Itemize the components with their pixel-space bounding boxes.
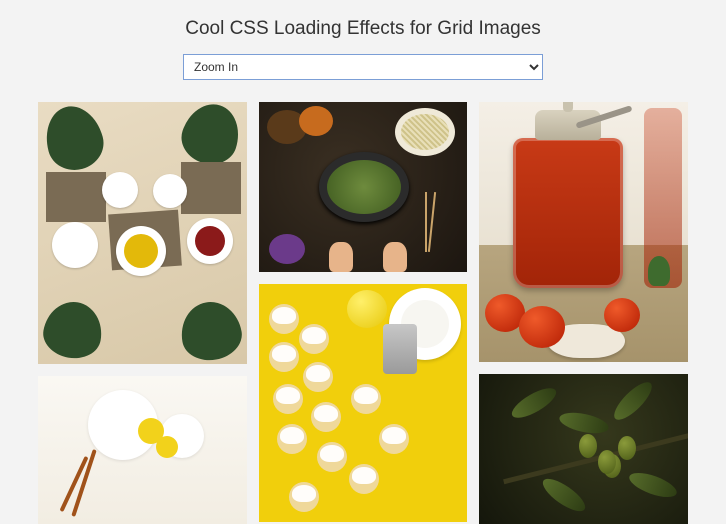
grid-image[interactable] [38,376,247,524]
grid-image[interactable] [259,102,468,272]
grid-image[interactable] [479,374,688,524]
page-title: Cool CSS Loading Effects for Grid Images [38,18,688,40]
image-grid [38,102,688,524]
grid-image[interactable] [259,284,468,522]
grid-col-1 [38,102,247,524]
grid-image[interactable] [479,102,688,362]
grid-image[interactable] [38,102,247,364]
page: Cool CSS Loading Effects for Grid Images… [0,0,726,524]
grid-col-3 [479,102,688,524]
grid-col-2 [259,102,468,524]
effect-select[interactable]: Zoom In [183,54,543,80]
effect-select-wrap: Zoom In [38,54,688,80]
